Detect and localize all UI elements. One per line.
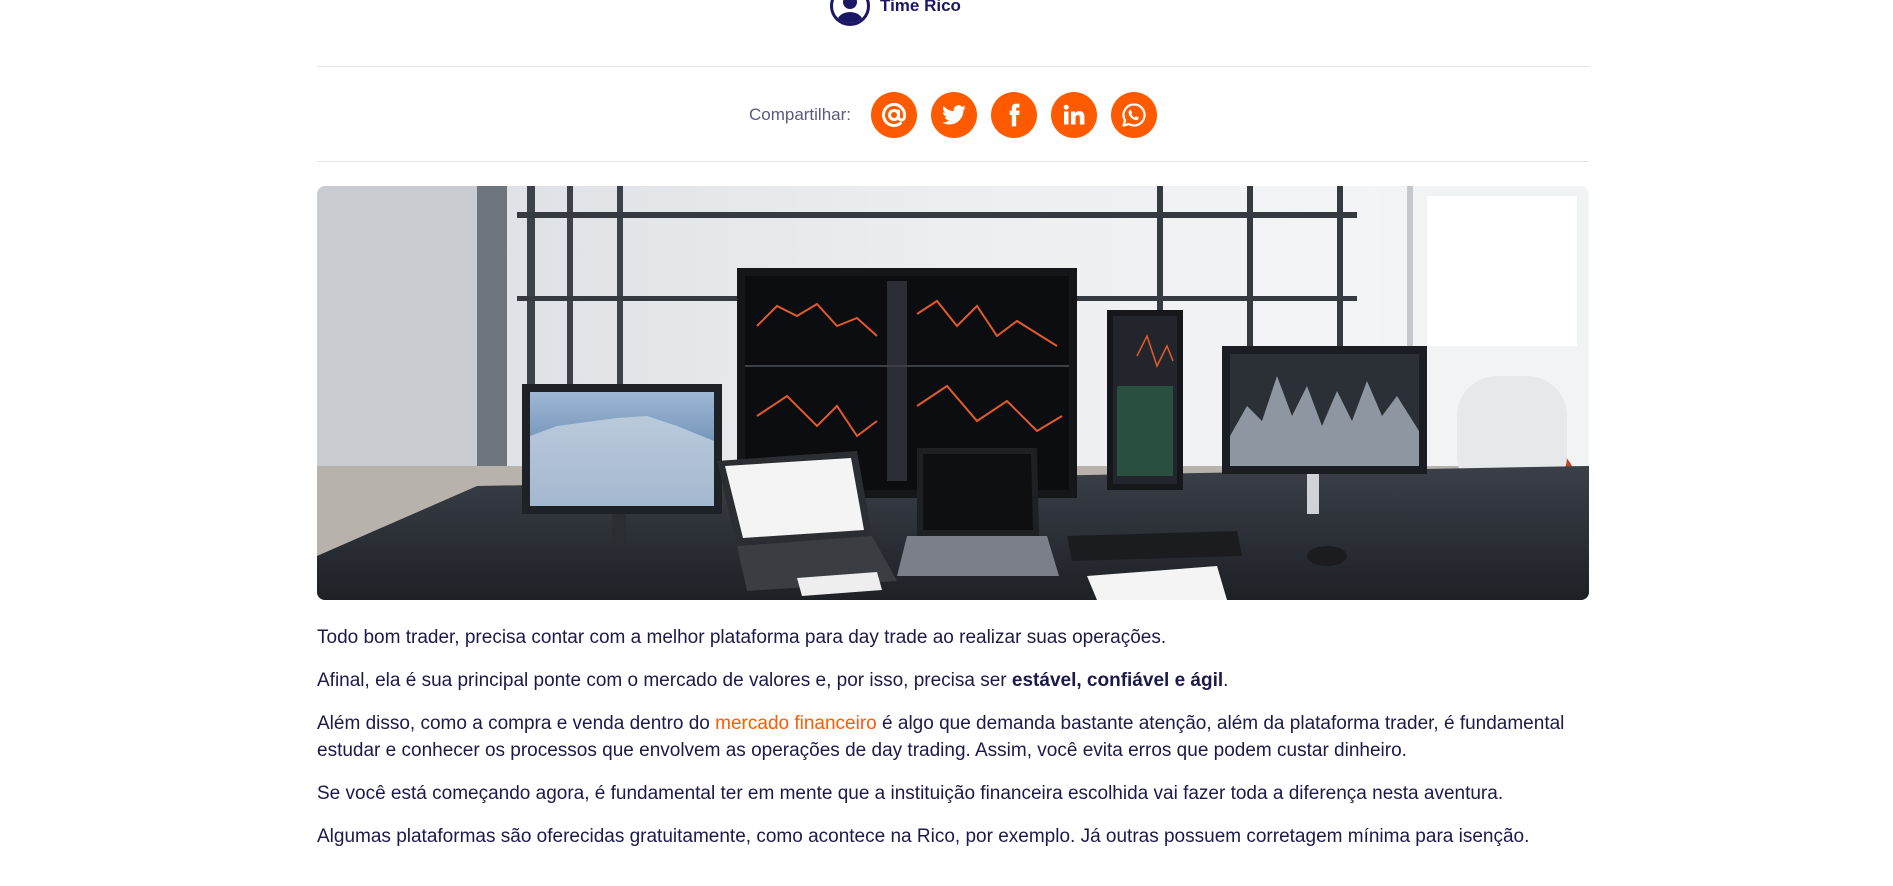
share-label: Compartilhar: bbox=[748, 105, 852, 124]
article-body: Todo bom trader, precisa contar com a me… bbox=[317, 624, 1617, 866]
article-paragraph-1: Todo bom trader, precisa contar com a me… bbox=[317, 627, 1167, 648]
author-name[interactable]: Time Rico bbox=[880, 0, 961, 16]
share-linkedin-button[interactable] bbox=[1051, 92, 1098, 138]
share-whatsapp-button[interactable] bbox=[1111, 92, 1158, 138]
facebook-icon bbox=[1009, 103, 1020, 127]
linkedin-icon bbox=[1063, 104, 1085, 125]
divider-bottom bbox=[317, 161, 1589, 162]
article-paragraph-4: Se você está começando agora, é fundamen… bbox=[317, 783, 1504, 804]
user-avatar-icon bbox=[830, 0, 870, 26]
mercado-financeiro-link[interactable]: mercado financeiro bbox=[715, 713, 877, 734]
hero-image-trading-desk bbox=[317, 186, 1589, 600]
article-paragraph-2: Afinal, ela é sua principal ponte com o … bbox=[317, 670, 1229, 691]
article-paragraph-5: Algumas plataformas são oferecidas gratu… bbox=[317, 826, 1530, 847]
at-icon bbox=[882, 102, 907, 127]
share-twitter-button[interactable] bbox=[931, 92, 978, 138]
share-email-button[interactable] bbox=[871, 92, 918, 138]
divider-top bbox=[317, 66, 1589, 67]
whatsapp-icon bbox=[1122, 103, 1146, 127]
emphasis-text: estável, confiável e ágil bbox=[1011, 670, 1224, 691]
share-bar: Compartilhar: bbox=[317, 92, 1589, 138]
author-block: Time Rico bbox=[830, 0, 961, 26]
article-paragraph-3: Além disso, como a compra e venda dentro… bbox=[317, 713, 1565, 761]
share-facebook-button[interactable] bbox=[991, 92, 1038, 138]
twitter-icon bbox=[942, 105, 966, 125]
